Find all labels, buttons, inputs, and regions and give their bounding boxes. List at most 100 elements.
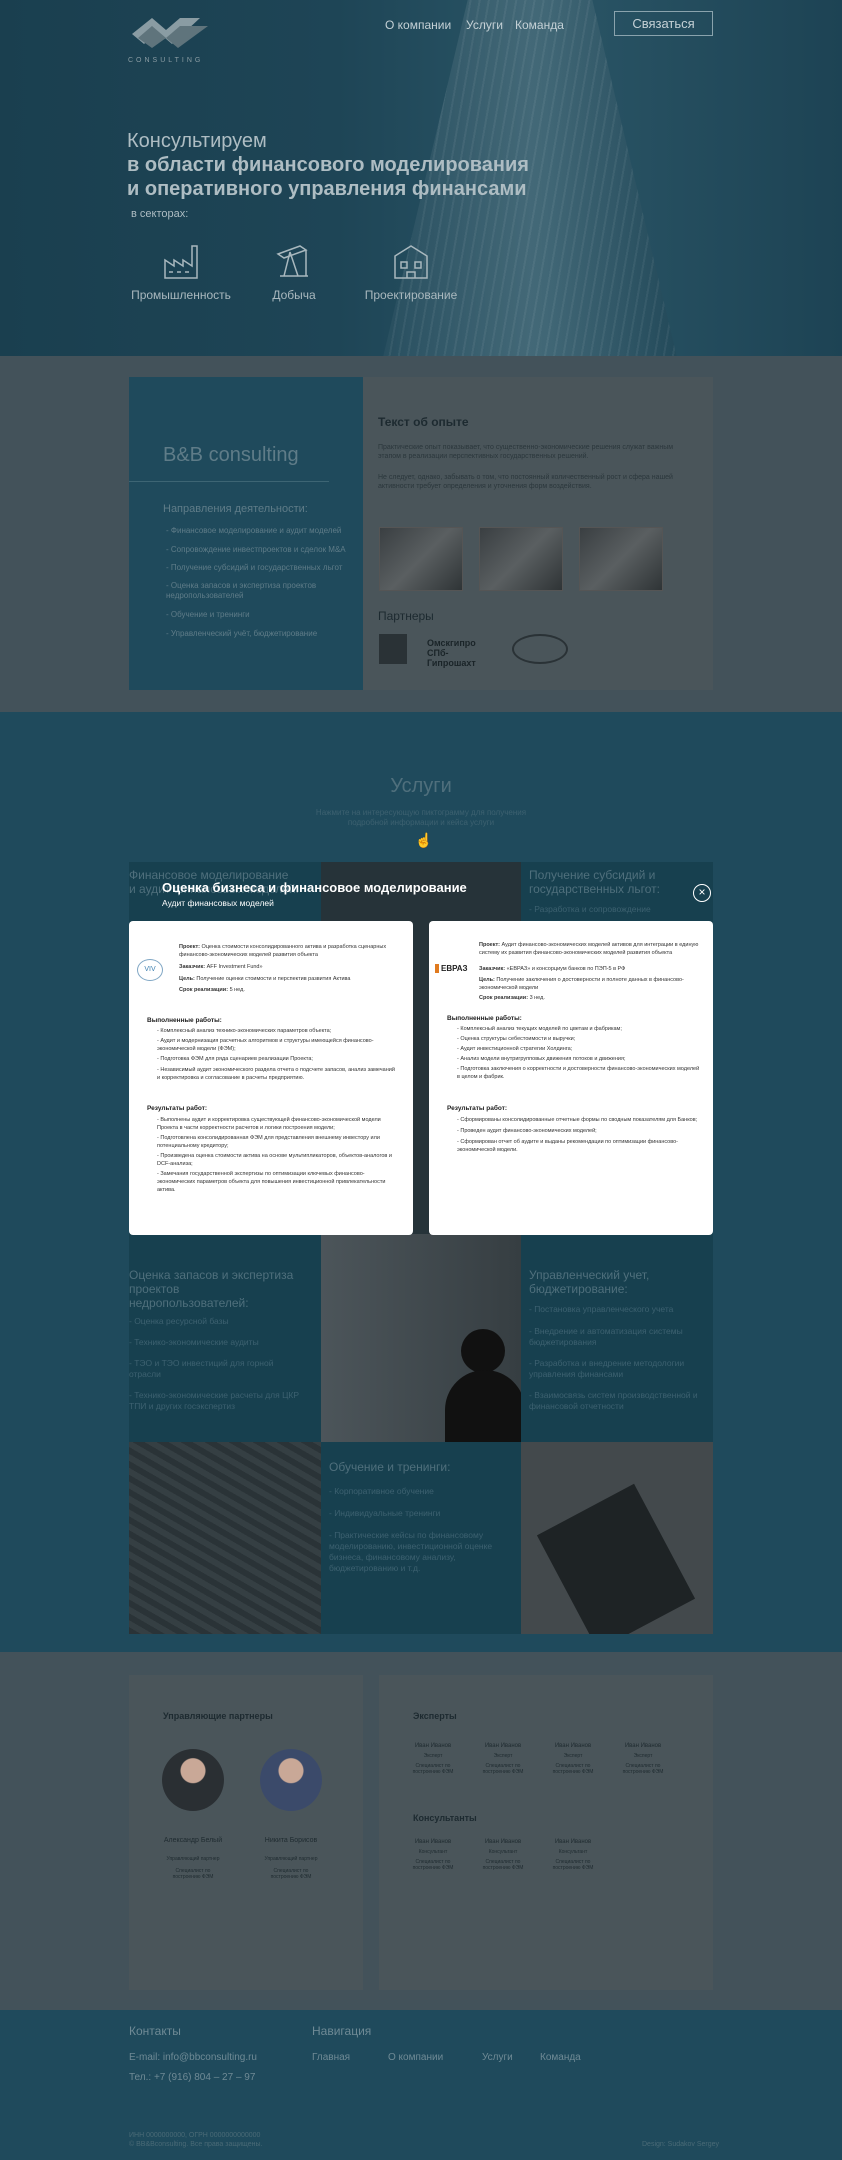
avatar[interactable] — [162, 1749, 224, 1811]
footer-nav-about[interactable]: О компании — [388, 2052, 443, 2063]
direction-item: - Сопровождение инвестпроектов и сделок … — [166, 545, 346, 554]
nav-link-services[interactable]: Услуги — [466, 18, 503, 32]
service-tile-image-whiteboard — [321, 1234, 521, 1442]
partners-card: Управляющие партнеры Александр Белый Упр… — [129, 1675, 363, 1990]
work-item: - Комплексный анализ текущих моделей по … — [457, 1026, 622, 1032]
project-text: Оценка стоимости консолидированного акти… — [179, 944, 387, 958]
goal-text: Получение оценки стоимости и перспектив … — [196, 976, 351, 982]
person-name: Иван Иванов — [624, 1743, 662, 1749]
phone-link[interactable]: Тел.: +7 (916) 804 – 27 – 97 — [129, 2072, 255, 2083]
contact-button[interactable]: Связаться — [614, 11, 713, 36]
person-name: Иван Иванов — [484, 1839, 522, 1845]
results-title: Результаты работ: — [447, 1105, 508, 1112]
directions-title: Направления деятельности: — [163, 503, 308, 515]
person-role: Управляющий партнер — [264, 1856, 318, 1862]
label: Проект: — [179, 944, 201, 950]
direction-item: - Обучение и тренинги — [166, 610, 250, 619]
person-name: Иван Иванов — [554, 1839, 592, 1845]
person-desc: Специалист по построению ФЭМ — [552, 1859, 594, 1871]
hero-line-1: Консультируем — [127, 130, 267, 152]
goal-text: Получение заключения о достоверности и п… — [479, 977, 684, 991]
design-credit: Design: Sudakov Sergey — [642, 2141, 720, 2148]
person-desc: Специалист по построению ФЭМ — [412, 1763, 454, 1775]
sectors-label: в секторах: — [131, 208, 189, 220]
avatar[interactable] — [260, 1749, 322, 1811]
result-item: - Сформированы консолидированные отчетны… — [457, 1117, 698, 1123]
legal-text: © BB&Bconsulting. Все права защищены. — [129, 2141, 263, 2148]
brand-title: B&B consulting — [163, 444, 299, 466]
hero-line-2: в области финансового моделирования — [127, 154, 529, 176]
service-tile-training[interactable]: Обучение и тренинги: - Корпоративное обу… — [321, 1442, 521, 1634]
services-title: Услуги — [390, 775, 452, 797]
experience-text: Не следует, однако, забывать о том, что … — [378, 474, 673, 490]
person-desc: Специалист по построению ФЭМ — [482, 1763, 524, 1775]
person-name: Александр Белый — [163, 1837, 223, 1844]
works-title: Выполненные работы: — [147, 1017, 222, 1024]
person-name: Иван Иванов — [414, 1839, 452, 1845]
services-subtitle: Нажмите на интересующую пиктограмму для … — [315, 808, 527, 817]
partner-logo[interactable] — [512, 634, 568, 664]
person-role: Консультант — [488, 1849, 518, 1855]
client-text: «ЕВРАЗ» и консорциум банков по ПЭП-5 в Р… — [506, 966, 626, 972]
person-role: Консультант — [558, 1849, 588, 1855]
label: Заказчик: — [179, 964, 206, 970]
email-link[interactable]: E-mail: info@bbconsulting.ru — [129, 2052, 257, 2063]
client-text: AFF Investment Fund» — [206, 964, 263, 970]
service-tile-management-accounting[interactable]: Управленческий учет, бюджетирование: - П… — [521, 1234, 713, 1442]
work-item: - Подготовка ФЭМ для ряда сценариев реал… — [157, 1056, 313, 1062]
footer — [0, 2010, 842, 2160]
results-title: Результаты работ: — [147, 1105, 208, 1112]
work-item: - Подготовка заключения о корректности и… — [457, 1066, 700, 1080]
hand-pointer-icon: ☝ — [415, 832, 433, 848]
person-name: Иван Иванов — [414, 1743, 452, 1749]
result-item: - Произведена оценка стоимости актива на… — [157, 1153, 392, 1167]
sector-label: Проектирование — [364, 288, 458, 302]
factory-icon — [164, 245, 198, 279]
client-logo: ЕВРАЗ — [435, 964, 468, 973]
person-desc: Специалист по построению ФЭМ — [270, 1868, 312, 1880]
partner-logo[interactable] — [379, 634, 407, 664]
result-item: - Проведен аудит финансово-экономических… — [457, 1128, 597, 1134]
hero-line-3: и оперативного управления финансами — [127, 178, 527, 200]
result-item: - Подготовлена консолидированная ФЭМ для… — [157, 1135, 380, 1149]
footer-nav-home[interactable]: Главная — [312, 2052, 350, 2063]
term-text: 5 нед. — [229, 987, 245, 993]
case-card-right: ЕВРАЗ Проект: Аудит финансово-экономичес… — [429, 921, 713, 1235]
sector-mining[interactable]: Добыча — [234, 240, 354, 302]
person-name: Иван Иванов — [484, 1743, 522, 1749]
experience-photo[interactable] — [379, 527, 463, 591]
person-role: Эксперт — [633, 1753, 653, 1759]
direction-item: - Оценка запасов и экспертиза проектов н… — [166, 581, 317, 600]
experts-title: Эксперты — [413, 1711, 457, 1721]
nav-link-team[interactable]: Команда — [515, 18, 564, 32]
sector-industry[interactable]: Промышленность — [121, 240, 241, 302]
footer-nav-services[interactable]: Услуги — [482, 2052, 513, 2063]
result-item: - Замечания государственной экспертизы п… — [157, 1171, 386, 1193]
footer-nav-team[interactable]: Команда — [540, 2052, 581, 2063]
modal-title: Оценка бизнеса и финансовое моделировани… — [162, 880, 467, 895]
close-icon[interactable]: × — [693, 884, 711, 902]
work-item: - Аудит и модернизация расчетных алгорит… — [157, 1038, 374, 1052]
calculator-icon — [536, 1483, 696, 1634]
partner-logo[interactable]: Омскгипро СПб-Гипрошахт — [427, 638, 497, 668]
works-title: Выполненные работы: — [447, 1015, 522, 1022]
case-card-left: VIV Проект: Оценка стоимости консолидиро… — [129, 921, 413, 1235]
person-name: Иван Иванов — [554, 1743, 592, 1749]
person-role: Эксперт — [563, 1753, 583, 1759]
experience-title: Текст об опыте — [378, 415, 469, 429]
sector-design[interactable]: Проектирование — [351, 240, 471, 302]
experience-photo[interactable] — [579, 527, 663, 591]
experience-photo[interactable] — [479, 527, 563, 591]
service-tile-image-desk — [129, 1442, 321, 1634]
logo[interactable]: CONSULTING — [128, 14, 218, 70]
label: Заказчик: — [479, 966, 506, 972]
person-silhouette — [461, 1329, 505, 1373]
experience-text: Практические опыт показывает, что сущест… — [378, 444, 674, 460]
work-item: - Оценка структуры себестоимости и выруч… — [457, 1036, 576, 1042]
person-role: Эксперт — [493, 1753, 513, 1759]
nav-link-about[interactable]: О компании — [385, 18, 451, 32]
label: Цель: — [179, 976, 195, 982]
logo-mark-icon — [132, 18, 208, 48]
work-item: - Аудит инвестиционной стратегии Холдинг… — [457, 1046, 573, 1052]
service-tile-reserves[interactable]: Оценка запасов и экспертиза проектов нед… — [129, 1234, 321, 1442]
